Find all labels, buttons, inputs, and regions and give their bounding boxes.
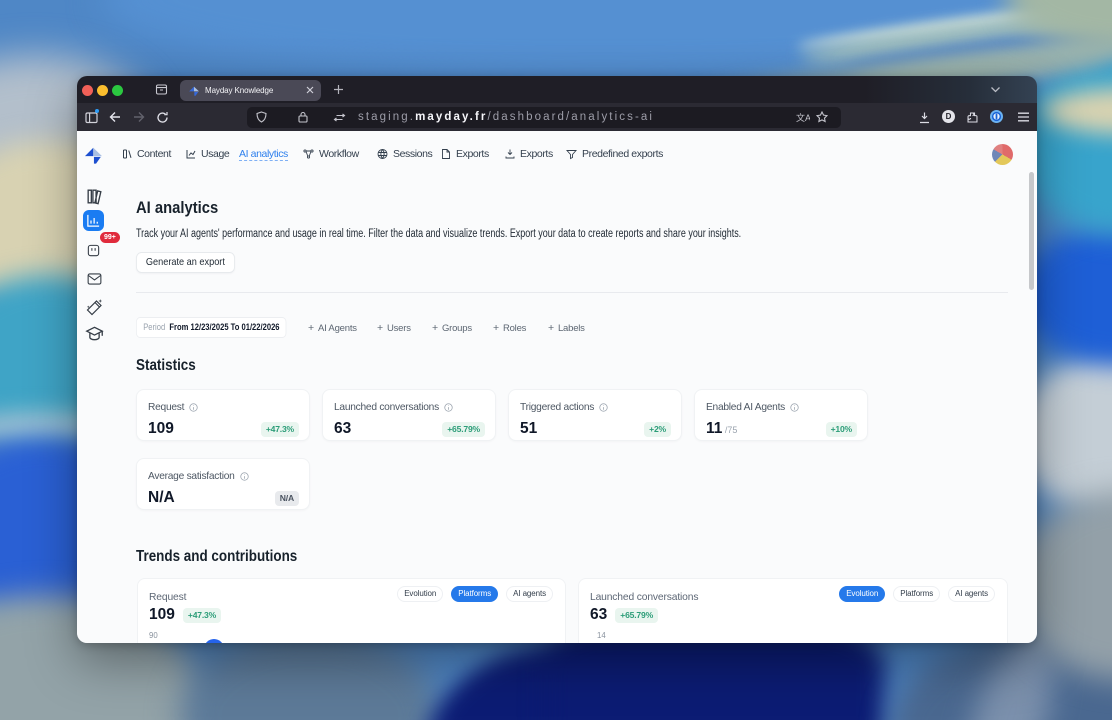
svg-text:文A: 文A [796,112,810,123]
